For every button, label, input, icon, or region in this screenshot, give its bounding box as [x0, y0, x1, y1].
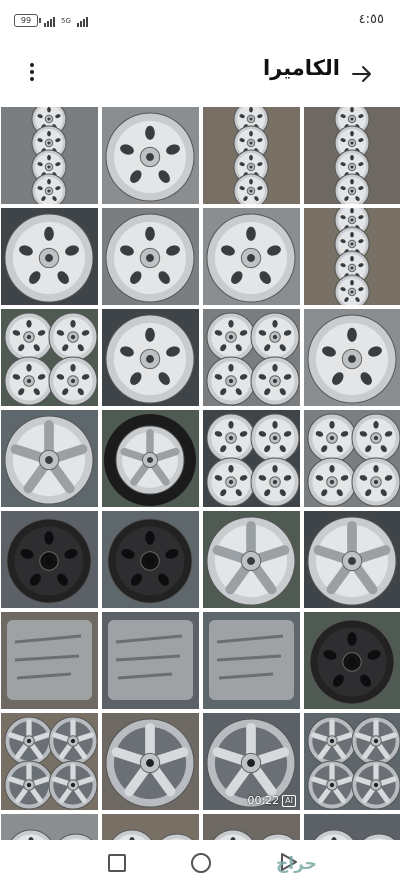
- photo-thumbnail[interactable]: [304, 309, 400, 406]
- photo-thumbnail[interactable]: [102, 309, 199, 406]
- video-duration-text: 00:22: [247, 794, 280, 807]
- photo-thumbnail[interactable]: [1, 410, 98, 507]
- photo-thumbnail[interactable]: [1, 612, 98, 709]
- video-badge: AI: [282, 794, 296, 807]
- navigation-bar: [0, 840, 400, 884]
- photo-thumbnail[interactable]: [203, 612, 300, 709]
- photo-thumbnail[interactable]: [203, 107, 300, 204]
- network-label: 5G: [61, 16, 71, 25]
- photo-thumbnail[interactable]: [102, 713, 199, 810]
- photo-thumbnail[interactable]: [203, 309, 300, 406]
- square-icon[interactable]: [108, 854, 126, 872]
- photo-thumbnail[interactable]: [304, 511, 400, 608]
- photo-thumbnail[interactable]: [102, 612, 199, 709]
- photo-thumbnail[interactable]: [304, 814, 400, 840]
- photo-thumbnail[interactable]: [1, 713, 98, 810]
- photo-thumbnail[interactable]: [1, 814, 98, 840]
- page-title: الكاميرا: [262, 56, 340, 80]
- photo-thumbnail[interactable]: [1, 107, 98, 204]
- app-bar: الكاميرا: [0, 44, 400, 104]
- photo-thumbnail[interactable]: 00:22 AI: [203, 713, 300, 810]
- watermark: حراج: [276, 854, 317, 874]
- status-time: ٤:٥٥: [358, 12, 384, 27]
- photo-thumbnail[interactable]: [102, 410, 199, 507]
- photo-thumbnail[interactable]: [102, 814, 199, 840]
- photo-thumbnail[interactable]: [203, 814, 300, 840]
- photo-thumbnail[interactable]: [203, 208, 300, 305]
- photo-thumbnail[interactable]: [203, 410, 300, 507]
- photo-thumbnail[interactable]: [102, 107, 199, 204]
- arrow-right-icon[interactable]: [350, 62, 374, 86]
- status-icons: 99 5G: [14, 14, 88, 27]
- battery-icon: 99: [14, 14, 41, 27]
- status-bar: 99 5G ٤:٥٥: [0, 0, 400, 44]
- signal-icon-2: [76, 15, 88, 27]
- photo-thumbnail[interactable]: [304, 107, 400, 204]
- photo-thumbnail[interactable]: [304, 612, 400, 709]
- photo-thumbnail[interactable]: [1, 208, 98, 305]
- signal-icon: [44, 15, 55, 27]
- photo-thumbnail[interactable]: [1, 511, 98, 608]
- photo-thumbnail[interactable]: [304, 410, 400, 507]
- photo-thumbnail[interactable]: [102, 511, 199, 608]
- photo-thumbnail[interactable]: [304, 208, 400, 305]
- photo-thumbnail[interactable]: [102, 208, 199, 305]
- photo-thumbnail[interactable]: [1, 309, 98, 406]
- video-duration: 00:22 AI: [247, 794, 296, 807]
- more-vert-icon[interactable]: [26, 60, 38, 88]
- photo-grid: 00:22 AI: [0, 107, 400, 840]
- photo-thumbnail[interactable]: [203, 511, 300, 608]
- photo-thumbnail[interactable]: [304, 713, 400, 810]
- circle-icon[interactable]: [191, 853, 211, 873]
